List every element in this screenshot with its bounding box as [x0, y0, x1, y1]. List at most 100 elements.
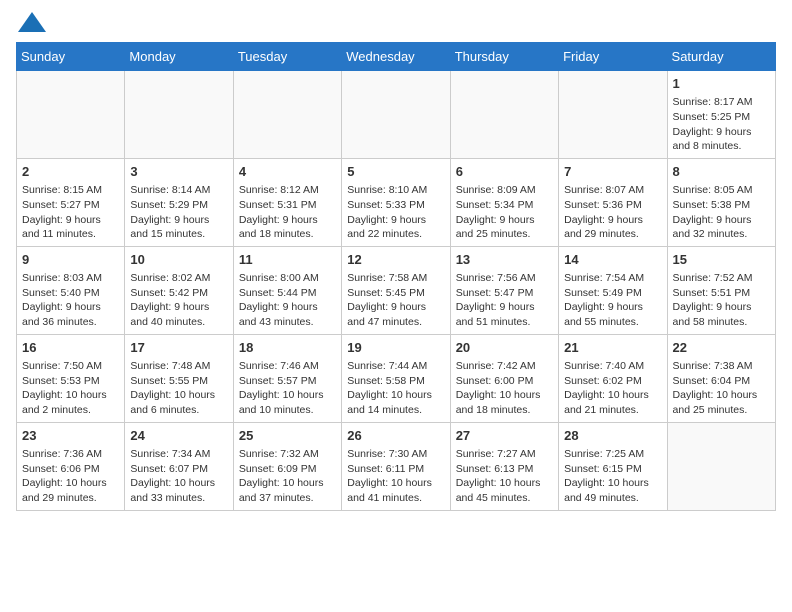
day-detail: Sunrise: 8:09 AM Sunset: 5:34 PM Dayligh… — [456, 183, 553, 242]
day-cell: 5Sunrise: 8:10 AM Sunset: 5:33 PM Daylig… — [342, 158, 450, 246]
day-detail: Sunrise: 8:15 AM Sunset: 5:27 PM Dayligh… — [22, 183, 119, 242]
day-cell: 4 Sunrise: 8:12 AM Sunset: 5:31 PM Daylig… — [233, 158, 341, 246]
day-cell: 13 Sunrise: 7:56 AM Sunset: 5:47 PM Dayli… — [450, 246, 558, 334]
day-cell: 27 Sunrise: 7:27 AM Sunset: 6:13 PM Dayli… — [450, 422, 558, 510]
days-header-row: SundayMondayTuesdayWednesdayThursdayFrid… — [17, 43, 776, 71]
week-row-5: 23 Sunrise: 7:36 AM Sunset: 6:06 PM Dayli… — [17, 422, 776, 510]
day-cell — [125, 71, 233, 159]
day-number: 25 — [239, 427, 336, 445]
day-cell: 12 Sunrise: 7:58 AM Sunset: 5:45 PM Dayli… — [342, 246, 450, 334]
day-cell: 9 Sunrise: 8:03 AM Sunset: 5:40 PM Daylig… — [17, 246, 125, 334]
day-header-saturday: Saturday — [667, 43, 775, 71]
day-number: 1 — [673, 75, 770, 93]
day-number: 20 — [456, 339, 553, 357]
day-cell: 10 Sunrise: 8:02 AM Sunset: 5:42 PM Dayli… — [125, 246, 233, 334]
day-detail: Sunrise: 8:17 AM Sunset: 5:25 PM Dayligh… — [673, 95, 770, 154]
day-cell: 15 Sunrise: 7:52 AM Sunset: 5:51 PM Dayli… — [667, 246, 775, 334]
day-detail: Sunrise: 7:38 AM Sunset: 6:04 PM Dayligh… — [673, 359, 770, 418]
day-cell: 21 Sunrise: 7:40 AM Sunset: 6:02 PM Dayli… — [559, 334, 667, 422]
day-cell — [450, 71, 558, 159]
day-cell: 24 Sunrise: 7:34 AM Sunset: 6:07 PM Dayli… — [125, 422, 233, 510]
day-number: 28 — [564, 427, 661, 445]
day-cell: 19 Sunrise: 7:44 AM Sunset: 5:58 PM Dayli… — [342, 334, 450, 422]
day-cell — [342, 71, 450, 159]
day-number: 27 — [456, 427, 553, 445]
day-number: 6 — [456, 163, 553, 181]
week-row-1: 1 Sunrise: 8:17 AM Sunset: 5:25 PM Daylig… — [17, 71, 776, 159]
day-number: 11 — [239, 251, 336, 269]
calendar-table: SundayMondayTuesdayWednesdayThursdayFrid… — [16, 42, 776, 511]
logo — [16, 16, 46, 32]
day-number: 21 — [564, 339, 661, 357]
day-detail: Sunrise: 7:25 AM Sunset: 6:15 PM Dayligh… — [564, 447, 661, 506]
day-header-sunday: Sunday — [17, 43, 125, 71]
day-number: 16 — [22, 339, 119, 357]
day-cell: 18 Sunrise: 7:46 AM Sunset: 5:57 PM Dayli… — [233, 334, 341, 422]
day-cell: 16 Sunrise: 7:50 AM Sunset: 5:53 PM Dayli… — [17, 334, 125, 422]
day-number: 15 — [673, 251, 770, 269]
day-cell: 25 Sunrise: 7:32 AM Sunset: 6:09 PM Dayli… — [233, 422, 341, 510]
day-detail: Sunrise: 7:54 AM Sunset: 5:49 PM Dayligh… — [564, 271, 661, 330]
day-detail: Sunrise: 8:12 AM Sunset: 5:31 PM Dayligh… — [239, 183, 336, 242]
day-cell: 1 Sunrise: 8:17 AM Sunset: 5:25 PM Daylig… — [667, 71, 775, 159]
day-detail: Sunrise: 7:58 AM Sunset: 5:45 PM Dayligh… — [347, 271, 444, 330]
day-cell: 22 Sunrise: 7:38 AM Sunset: 6:04 PM Dayli… — [667, 334, 775, 422]
day-cell: 7Sunrise: 8:07 AM Sunset: 5:36 PM Daylig… — [559, 158, 667, 246]
day-number: 13 — [456, 251, 553, 269]
day-detail: Sunrise: 7:40 AM Sunset: 6:02 PM Dayligh… — [564, 359, 661, 418]
day-number: 24 — [130, 427, 227, 445]
day-number: 26 — [347, 427, 444, 445]
day-number: 18 — [239, 339, 336, 357]
day-detail: Sunrise: 7:56 AM Sunset: 5:47 PM Dayligh… — [456, 271, 553, 330]
day-cell: 14 Sunrise: 7:54 AM Sunset: 5:49 PM Dayli… — [559, 246, 667, 334]
day-number: 22 — [673, 339, 770, 357]
day-cell — [17, 71, 125, 159]
day-detail: Sunrise: 8:00 AM Sunset: 5:44 PM Dayligh… — [239, 271, 336, 330]
day-detail: Sunrise: 7:48 AM Sunset: 5:55 PM Dayligh… — [130, 359, 227, 418]
logo-icon — [18, 12, 46, 32]
day-detail: Sunrise: 7:50 AM Sunset: 5:53 PM Dayligh… — [22, 359, 119, 418]
day-cell: 6 Sunrise: 8:09 AM Sunset: 5:34 PM Daylig… — [450, 158, 558, 246]
day-number: 8 — [673, 163, 770, 181]
day-detail: Sunrise: 7:32 AM Sunset: 6:09 PM Dayligh… — [239, 447, 336, 506]
day-cell: 20 Sunrise: 7:42 AM Sunset: 6:00 PM Dayli… — [450, 334, 558, 422]
day-number: 10 — [130, 251, 227, 269]
day-number: 17 — [130, 339, 227, 357]
day-detail: Sunrise: 7:52 AM Sunset: 5:51 PM Dayligh… — [673, 271, 770, 330]
day-number: 3 — [130, 163, 227, 181]
day-header-thursday: Thursday — [450, 43, 558, 71]
day-cell: 28 Sunrise: 7:25 AM Sunset: 6:15 PM Dayli… — [559, 422, 667, 510]
day-detail: Sunrise: 7:46 AM Sunset: 5:57 PM Dayligh… — [239, 359, 336, 418]
day-header-monday: Monday — [125, 43, 233, 71]
day-number: 2 — [22, 163, 119, 181]
week-row-2: 2 Sunrise: 8:15 AM Sunset: 5:27 PM Daylig… — [17, 158, 776, 246]
day-cell — [559, 71, 667, 159]
day-detail: Sunrise: 8:10 AM Sunset: 5:33 PM Dayligh… — [347, 183, 444, 242]
day-detail: Sunrise: 7:42 AM Sunset: 6:00 PM Dayligh… — [456, 359, 553, 418]
day-number: 19 — [347, 339, 444, 357]
day-number: 12 — [347, 251, 444, 269]
day-cell: 23 Sunrise: 7:36 AM Sunset: 6:06 PM Dayli… — [17, 422, 125, 510]
header — [16, 16, 776, 32]
day-detail: Sunrise: 8:02 AM Sunset: 5:42 PM Dayligh… — [130, 271, 227, 330]
day-number: 4 — [239, 163, 336, 181]
week-row-3: 9 Sunrise: 8:03 AM Sunset: 5:40 PM Daylig… — [17, 246, 776, 334]
day-detail: Sunrise: 7:44 AM Sunset: 5:58 PM Dayligh… — [347, 359, 444, 418]
day-cell: 11 Sunrise: 8:00 AM Sunset: 5:44 PM Dayli… — [233, 246, 341, 334]
day-header-wednesday: Wednesday — [342, 43, 450, 71]
day-number: 23 — [22, 427, 119, 445]
week-row-4: 16 Sunrise: 7:50 AM Sunset: 5:53 PM Dayli… — [17, 334, 776, 422]
day-number: 14 — [564, 251, 661, 269]
day-cell: 26 Sunrise: 7:30 AM Sunset: 6:11 PM Dayli… — [342, 422, 450, 510]
day-detail: Sunrise: 8:05 AM Sunset: 5:38 PM Dayligh… — [673, 183, 770, 242]
day-cell — [233, 71, 341, 159]
day-detail: Sunrise: 7:36 AM Sunset: 6:06 PM Dayligh… — [22, 447, 119, 506]
day-number: 7 — [564, 163, 661, 181]
day-header-friday: Friday — [559, 43, 667, 71]
day-number: 9 — [22, 251, 119, 269]
day-detail: Sunrise: 7:34 AM Sunset: 6:07 PM Dayligh… — [130, 447, 227, 506]
day-detail: Sunrise: 7:27 AM Sunset: 6:13 PM Dayligh… — [456, 447, 553, 506]
day-detail: Sunrise: 8:03 AM Sunset: 5:40 PM Dayligh… — [22, 271, 119, 330]
day-cell: 3Sunrise: 8:14 AM Sunset: 5:29 PM Daylig… — [125, 158, 233, 246]
day-detail: Sunrise: 7:30 AM Sunset: 6:11 PM Dayligh… — [347, 447, 444, 506]
